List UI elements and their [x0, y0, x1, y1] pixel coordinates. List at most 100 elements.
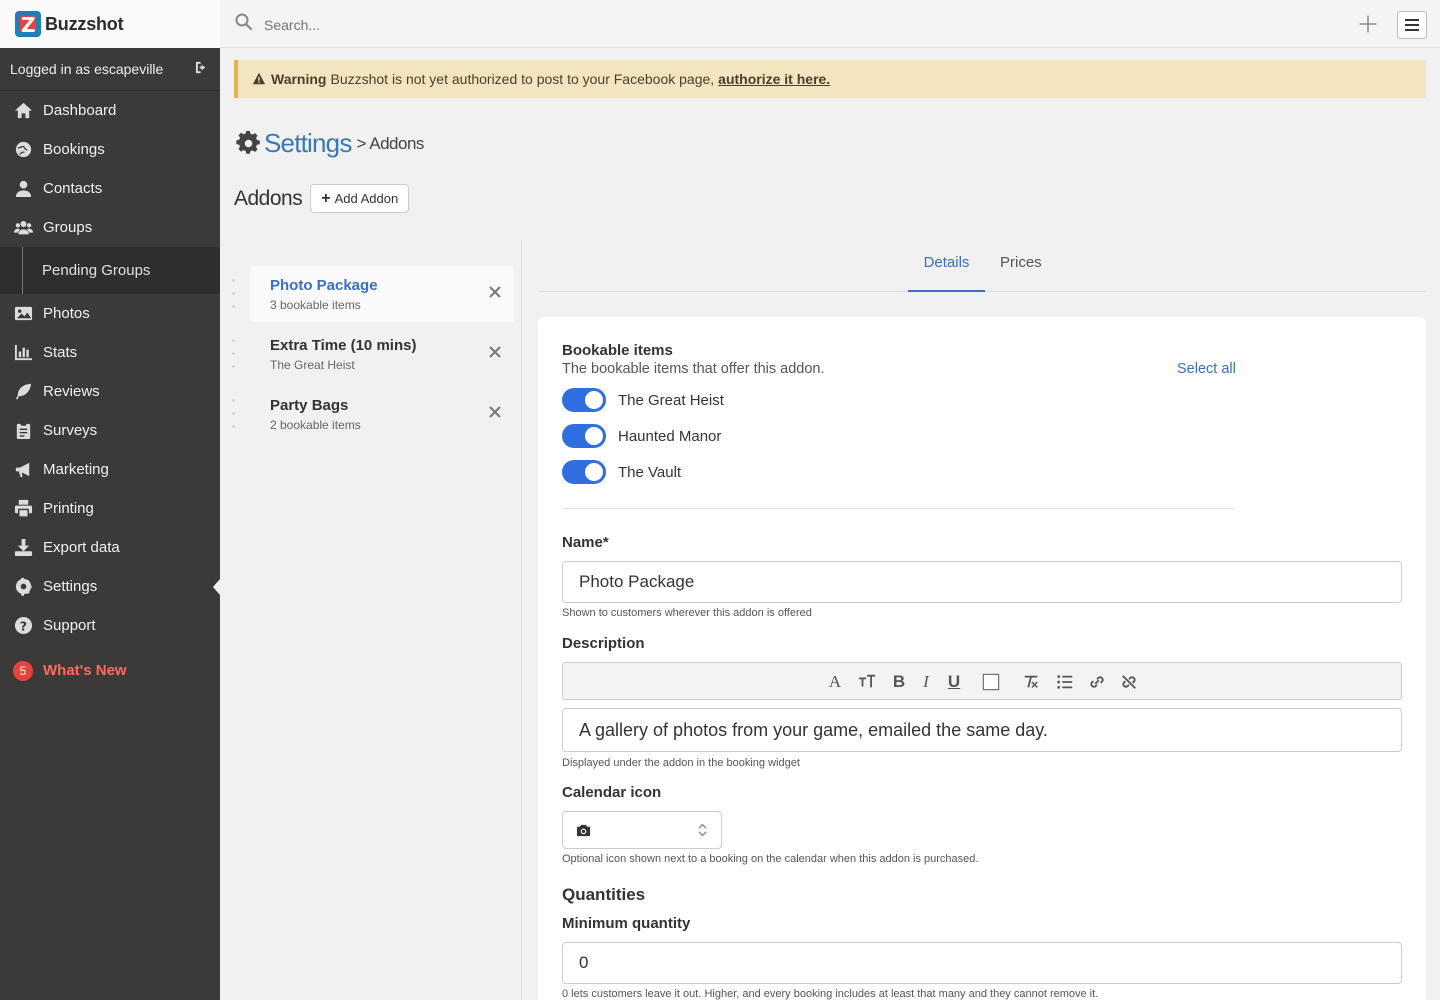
bookable-toggle[interactable]	[562, 424, 606, 448]
quantities-title: Quantities	[562, 885, 646, 904]
sidebar-item-stats[interactable]: Stats	[0, 333, 220, 372]
authorize-link[interactable]: authorize it here.	[718, 71, 830, 87]
whats-new-badge: 5	[13, 660, 33, 681]
gear-icon	[12, 577, 34, 597]
drag-handle-icon[interactable]	[232, 274, 235, 314]
unlink-icon[interactable]	[1119, 672, 1139, 692]
sidebar-item-label: Dashboard	[43, 102, 117, 119]
bookable-toggle-row: The Great Heist	[562, 388, 724, 412]
breadcrumb-current: > Addons	[356, 133, 425, 153]
color-swatch-icon[interactable]	[981, 672, 1001, 692]
sidebar-item-printing[interactable]: Printing	[0, 489, 220, 528]
logout-icon[interactable]	[195, 60, 210, 78]
sidebar-item-pending-groups[interactable]: Pending Groups	[0, 247, 220, 294]
brand[interactable]: Buzzshot	[0, 0, 220, 48]
minimum-quantity-label: Minimum quantity	[562, 915, 691, 932]
add-new-button[interactable]	[1356, 12, 1380, 36]
italic-icon[interactable]: I	[916, 672, 936, 692]
description-hint: Displayed under the addon in the booking…	[562, 757, 800, 769]
tab-prices[interactable]: Prices	[1000, 254, 1042, 271]
bookable-items-title: Bookable items	[562, 342, 673, 359]
description-editor[interactable]: A gallery of photos from your game, emai…	[562, 708, 1402, 752]
sidebar-item-label: Settings	[43, 578, 98, 595]
sidebar-item-label: Surveys	[43, 422, 98, 439]
chevron-updown-icon	[698, 823, 707, 837]
addons-header: Addons + Add Addon	[234, 184, 410, 213]
list-item[interactable]: Photo Package 3 bookable items	[228, 266, 514, 322]
facebook-warning-banner: Warning Buzzshot is not yet authorized t…	[234, 60, 1426, 98]
top-bar: Buzzshot	[0, 0, 1440, 48]
font-icon[interactable]: A	[825, 672, 845, 692]
tab-details[interactable]: Details	[908, 254, 985, 292]
calendar-icon-select[interactable]	[562, 811, 722, 849]
close-icon[interactable]	[488, 345, 502, 359]
text-size-icon[interactable]	[857, 672, 877, 692]
bookable-toggle-row: Haunted Manor	[562, 424, 721, 448]
addon-subtitle: 3 bookable items	[270, 297, 361, 312]
sidebar-item-groups[interactable]: Groups	[0, 208, 220, 247]
breadcrumb-settings-link[interactable]: Settings	[264, 128, 352, 159]
active-caret	[213, 579, 220, 595]
bookable-label: The Vault	[618, 463, 682, 481]
calendar-icon-label: Calendar icon	[562, 784, 662, 801]
name-hint: Shown to customers wherever this addon i…	[562, 607, 812, 619]
sidebar-item-support[interactable]: ? Support	[0, 606, 220, 645]
drag-handle-icon[interactable]	[232, 334, 235, 374]
sidebar-item-label: Pending Groups	[42, 262, 151, 279]
plus-icon	[1359, 15, 1377, 33]
addon-tabs: Details Prices	[538, 244, 1426, 292]
hamburger-icon	[1405, 19, 1419, 21]
add-addon-button[interactable]: + Add Addon	[310, 184, 410, 213]
addon-name: Extra Time (10 mins)	[270, 336, 417, 354]
sidebar-item-label: Marketing	[43, 461, 109, 478]
globe-icon	[12, 140, 34, 160]
bookable-label: Haunted Manor	[618, 427, 722, 445]
question-icon: ?	[12, 616, 34, 636]
sidebar-item-bookings[interactable]: Bookings	[0, 130, 220, 169]
sidebar-item-marketing[interactable]: Marketing	[0, 450, 220, 489]
sidebar-item-contacts[interactable]: Contacts	[0, 169, 220, 208]
sidebar: Logged in as escapeville Dashboard Booki…	[0, 48, 220, 1000]
list-icon[interactable]	[1055, 672, 1075, 692]
drag-handle-icon[interactable]	[232, 394, 235, 434]
addon-subtitle: The Great Heist	[270, 357, 355, 372]
sidebar-item-export-data[interactable]: Export data	[0, 528, 220, 567]
hamburger-menu-button[interactable]	[1397, 11, 1427, 39]
buzzshot-logo-icon	[15, 11, 41, 37]
sidebar-item-surveys[interactable]: Surveys	[0, 411, 220, 450]
feather-icon	[12, 382, 34, 402]
list-item[interactable]: Extra Time (10 mins) The Great Heist	[228, 326, 514, 382]
sidebar-item-label: Printing	[43, 500, 94, 517]
logged-in-label: Logged in as escapeville	[10, 61, 164, 77]
download-icon	[12, 538, 34, 558]
sidebar-item-label: Reviews	[43, 383, 100, 400]
bold-icon[interactable]: B	[889, 672, 909, 692]
breadcrumb: Settings > Addons	[236, 128, 424, 159]
search-input[interactable]	[264, 16, 664, 33]
list-item[interactable]: Party Bags 2 bookable items	[228, 386, 514, 442]
close-icon[interactable]	[488, 405, 502, 419]
link-icon[interactable]	[1087, 672, 1107, 692]
clear-format-icon[interactable]	[1021, 672, 1041, 692]
logged-in-bar: Logged in as escapeville	[0, 48, 220, 91]
warning-label: Warning	[271, 71, 327, 87]
sidebar-item-photos[interactable]: Photos	[0, 294, 220, 333]
close-icon[interactable]	[488, 285, 502, 299]
sidebar-item-settings[interactable]: Settings	[0, 567, 220, 606]
description-label: Description	[562, 635, 645, 652]
sidebar-item-label: Export data	[43, 539, 120, 556]
name-input[interactable]: Photo Package	[562, 561, 1402, 603]
sidebar-item-dashboard[interactable]: Dashboard	[0, 91, 220, 130]
sidebar-item-label: Groups	[43, 219, 93, 236]
sidebar-item-label: Support	[43, 617, 96, 634]
bookable-toggle[interactable]	[562, 460, 606, 484]
select-all-link[interactable]: Select all	[1177, 361, 1236, 377]
addon-name: Party Bags	[270, 396, 349, 414]
sidebar-item-reviews[interactable]: Reviews	[0, 372, 220, 411]
underline-icon[interactable]: U	[944, 672, 964, 692]
addon-details-card: Bookable items The bookable items that o…	[538, 317, 1426, 1000]
minimum-quantity-input[interactable]: 0	[562, 942, 1402, 984]
bookable-label: The Great Heist	[618, 391, 724, 409]
bookable-toggle[interactable]	[562, 388, 606, 412]
sidebar-item-whats-new[interactable]: 5 What's New	[0, 651, 220, 690]
